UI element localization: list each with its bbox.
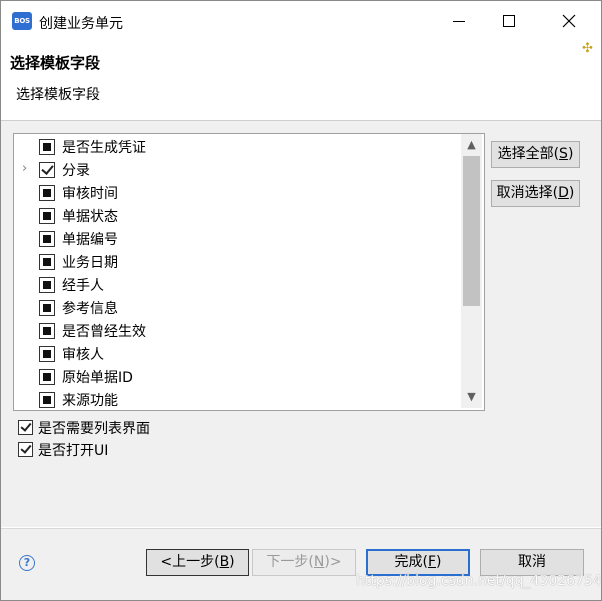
tree-item[interactable]: 单据状态	[14, 204, 462, 227]
tree-item-label: 分录	[62, 163, 90, 179]
back-label: <上一步(	[160, 554, 220, 570]
maximize-button[interactable]	[486, 6, 532, 36]
tree-item-checkbox[interactable]	[39, 277, 55, 293]
tree-item-label: 经手人	[62, 278, 104, 294]
tree-item-checkbox[interactable]	[39, 346, 55, 362]
watermark-text: https://blog.csdn.net/qq_43026754	[356, 573, 602, 589]
tree-item-label: 审核人	[62, 347, 104, 363]
select-all-button[interactable]: 选择全部(S)	[491, 141, 580, 168]
page-subtitle: 选择模板字段	[16, 87, 100, 103]
tree-item[interactable]: 是否生成凭证	[14, 135, 462, 158]
back-mnemonic: B	[219, 554, 230, 570]
scroll-down-icon[interactable]: ▼	[461, 386, 482, 408]
tree-item-checkbox[interactable]	[39, 139, 55, 155]
tree-item[interactable]: 业务日期	[14, 250, 462, 273]
open-ui-label: 是否打开UI	[38, 443, 109, 459]
window-title: 创建业务单元	[39, 16, 123, 32]
tree-item-checkbox[interactable]	[39, 323, 55, 339]
tree-item[interactable]: 原始单据ID	[14, 365, 462, 388]
tree-item-checkbox[interactable]	[39, 185, 55, 201]
tree-item[interactable]: 来源功能	[14, 388, 462, 410]
select-all-label: 选择全部(	[497, 146, 560, 162]
tree-item-checkbox[interactable]	[39, 254, 55, 270]
tree-item-label: 原始单据ID	[62, 370, 133, 386]
deselect-label: 取消选择(	[496, 185, 559, 201]
minimize-icon	[453, 21, 465, 22]
tree-item-label: 审核时间	[62, 186, 118, 202]
next-mnemonic: N	[313, 554, 325, 570]
tree-item-checkbox[interactable]	[39, 392, 55, 408]
tree-item-label: 业务日期	[62, 255, 118, 271]
tree-item-label: 参考信息	[62, 301, 118, 317]
next-label: 下一步(	[266, 554, 314, 570]
select-all-mnemonic: S	[559, 146, 568, 162]
tree-item[interactable]: 经手人	[14, 273, 462, 296]
tree-item-checkbox[interactable]	[39, 162, 55, 178]
maximize-icon	[503, 15, 515, 27]
tree-item-checkbox[interactable]	[39, 231, 55, 247]
need-list-ui-checkbox[interactable]	[18, 420, 33, 435]
open-ui-checkbox[interactable]	[18, 442, 33, 457]
tree-item[interactable]: › 分录	[14, 158, 462, 181]
cancel-button[interactable]: 取消	[480, 549, 584, 576]
tree-item-label: 单据状态	[62, 209, 118, 225]
chevron-right-icon[interactable]: ›	[22, 161, 27, 176]
tree-item-label: 单据编号	[62, 232, 118, 248]
finish-button[interactable]: 完成(F)	[366, 549, 470, 576]
tree-item[interactable]: 参考信息	[14, 296, 462, 319]
finish-mnemonic: F	[427, 554, 437, 570]
tree-item-label: 来源功能	[62, 393, 118, 409]
minimize-button[interactable]	[436, 6, 482, 36]
tree-item-label: 是否生成凭证	[62, 140, 146, 156]
tree-item-label: 是否曾经生效	[62, 324, 146, 340]
close-button[interactable]	[545, 6, 591, 36]
next-suffix: )>	[324, 554, 342, 570]
app-icon: BOS	[12, 12, 32, 30]
scrollbar-thumb[interactable]	[463, 156, 480, 306]
close-icon	[562, 14, 576, 28]
tree-item[interactable]: 审核时间	[14, 181, 462, 204]
tree-item[interactable]: 单据编号	[14, 227, 462, 250]
need-list-ui-label: 是否需要列表界面	[38, 421, 150, 437]
tree-item-checkbox[interactable]	[39, 208, 55, 224]
page-title: 选择模板字段	[10, 54, 101, 72]
deselect-mnemonic: D	[558, 185, 569, 201]
back-button[interactable]: <上一步(B)	[146, 549, 249, 576]
tree-item[interactable]: 审核人	[14, 342, 462, 365]
wizard-banner-icon: ✣	[582, 41, 593, 56]
tree-item[interactable]: 是否曾经生效	[14, 319, 462, 342]
scroll-up-icon[interactable]: ▲	[461, 134, 482, 156]
field-tree-list[interactable]: 是否生成凭证 › 分录 审核时间 单据状态 单据编号 业务日期 经手人 参考信息…	[13, 133, 485, 411]
help-icon[interactable]: ?	[19, 555, 35, 571]
next-button[interactable]: 下一步(N)>	[252, 549, 356, 576]
finish-label: 完成(	[394, 554, 428, 570]
deselect-all-button[interactable]: 取消选择(D)	[491, 180, 580, 207]
tree-item-checkbox[interactable]	[39, 369, 55, 385]
tree-item-checkbox[interactable]	[39, 300, 55, 316]
